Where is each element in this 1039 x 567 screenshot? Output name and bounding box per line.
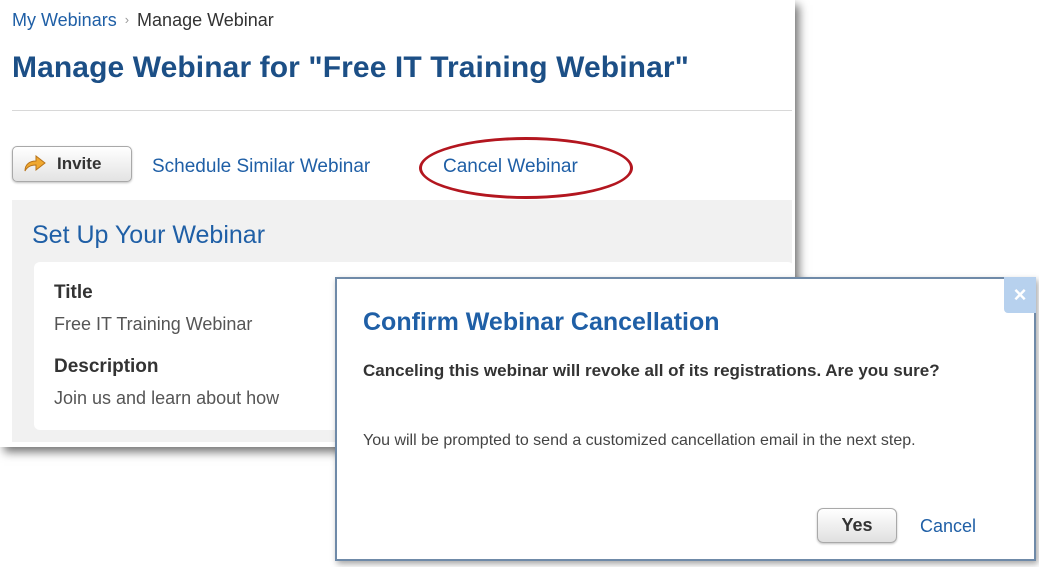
breadcrumb-my-webinars-link[interactable]: My Webinars [12,10,117,30]
confirm-cancellation-dialog: × Confirm Webinar Cancellation Canceling… [335,277,1036,561]
dialog-title: Confirm Webinar Cancellation [363,308,720,336]
dialog-cancel-link[interactable]: Cancel [920,516,976,537]
breadcrumb-separator: › [124,12,130,27]
yes-button[interactable]: Yes [817,508,897,543]
page-title: Manage Webinar for "Free IT Training Web… [12,51,689,84]
title-divider [12,110,792,111]
breadcrumb: My Webinars › Manage Webinar [12,10,274,31]
title-label: Title [54,282,93,303]
close-icon[interactable]: × [1004,277,1036,313]
invite-button[interactable]: Invite [12,146,132,182]
title-value: Free IT Training Webinar [54,314,253,334]
breadcrumb-current: Manage Webinar [137,10,274,30]
setup-heading: Set Up Your Webinar [32,221,266,249]
description-value: Join us and learn about how [54,388,280,408]
arrow-right-icon [23,155,47,173]
schedule-similar-webinar-link[interactable]: Schedule Similar Webinar [152,156,370,178]
dialog-note: You will be prompted to send a customize… [363,432,916,449]
highlight-annotation-ellipse [419,137,633,199]
description-label: Description [54,356,159,377]
dialog-message: Canceling this webinar will revoke all o… [363,361,940,380]
invite-button-label: Invite [57,154,102,173]
